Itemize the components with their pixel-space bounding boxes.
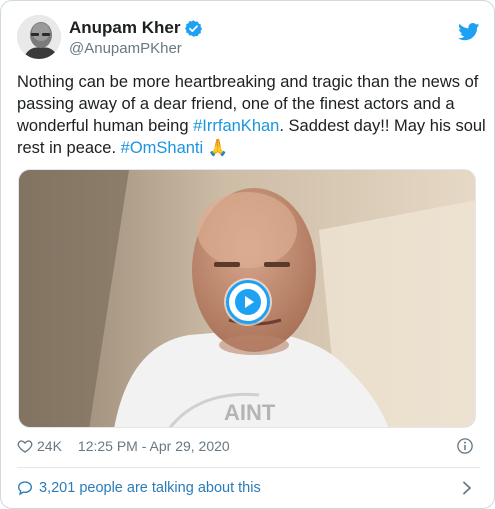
divider [17, 467, 480, 468]
author-avatar[interactable] [17, 15, 61, 59]
hashtag-irrfankhan-link[interactable]: #IrrfanKhan [193, 117, 279, 135]
tweet-text-line-3: wonderful human being #IrrfanKhan. Sadde… [17, 115, 486, 137]
twitter-bird-icon[interactable] [458, 23, 480, 41]
author-name-row: Anupam Kher [69, 18, 203, 38]
heart-icon[interactable] [17, 438, 33, 454]
chevron-right-icon[interactable] [462, 481, 472, 495]
tweet-meta: 24K 12:25 PM - Apr 29, 2020 [17, 435, 478, 457]
talking-count-text: 3,201 people are talking about this [39, 480, 261, 496]
tweet-timestamp[interactable]: 12:25 PM - Apr 29, 2020 [78, 438, 230, 454]
tweet-text-line-3-end: . Saddest day!! May his soul [279, 117, 486, 135]
video-player[interactable]: AINT [18, 169, 476, 428]
conversation-link[interactable]: 3,201 people are talking about this [17, 477, 478, 499]
verified-badge-icon [185, 19, 203, 37]
hashtag-omshanti-link[interactable]: #OmShanti [121, 139, 204, 157]
author-name[interactable]: Anupam Kher [69, 18, 180, 38]
tweet-text-line-4-start: rest in peace. [17, 139, 121, 157]
tweet-header: Anupam Kher @AnupamPKher [17, 15, 480, 61]
tweet-text-line-2: passing away of a dear friend, one of th… [17, 95, 455, 113]
play-button[interactable] [226, 280, 270, 324]
tweet-text-line-1: Nothing can be more heartbreaking and tr… [17, 73, 479, 91]
author-handle[interactable]: @AnupamPKher [69, 40, 182, 57]
folded-hands-emoji: 🙏 [207, 139, 229, 157]
svg-text:AINT: AINT [224, 400, 276, 425]
like-count[interactable]: 24K [37, 438, 62, 454]
info-icon[interactable] [456, 437, 474, 455]
tweet-text-line-4: rest in peace. #OmShanti 🙏 [17, 137, 485, 159]
speech-bubble-icon [17, 481, 33, 496]
tweet-card: Anupam Kher @AnupamPKher Nothing can be … [0, 0, 495, 509]
tweet-text-line-3-start: wonderful human being [17, 117, 194, 135]
tweet-text: Nothing can be more heartbreaking and tr… [17, 71, 486, 159]
play-icon [235, 289, 261, 315]
